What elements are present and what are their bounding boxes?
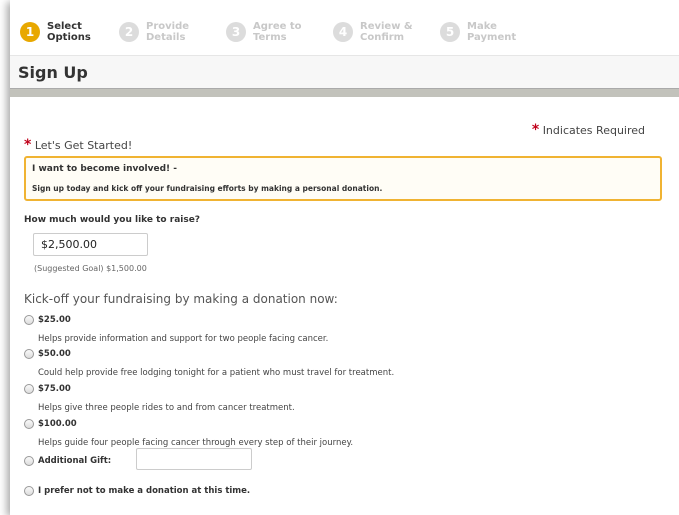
step-make-payment: 5 Make Payment [440, 14, 537, 50]
raise-goal-label: How much would you like to raise? [24, 215, 201, 225]
required-note: * Indicates Required [532, 122, 645, 138]
radio-button[interactable] [24, 349, 34, 359]
required-note-text: Indicates Required [542, 124, 645, 137]
raise-goal-input[interactable] [33, 233, 148, 256]
form-content: * Indicates Required * Let's Get Started… [24, 96, 679, 515]
step-agree-terms: 3 Agree to Terms [226, 14, 323, 50]
start-label: * Let's Get Started! [24, 137, 132, 153]
step-select-options: 1 Select Options [20, 14, 109, 50]
donation-heading: Kick-off your fundraising by making a do… [24, 292, 338, 306]
decline-label: I prefer not to make a donation at this … [38, 486, 251, 496]
additional-gift-label: Additional Gift: [38, 456, 112, 466]
involvement-callout: I want to become involved! - Sign up tod… [24, 156, 662, 201]
page-title: Sign Up [18, 63, 88, 82]
radio-button[interactable] [24, 315, 34, 325]
radio-button[interactable] [24, 456, 34, 466]
radio-button[interactable] [24, 384, 34, 394]
step-number: 1 [20, 22, 40, 42]
step-label: Provide Details [146, 21, 190, 43]
donation-description: Helps give three people rides to and fro… [38, 403, 295, 413]
step-review-confirm: 4 Review & Confirm [333, 14, 430, 50]
step-number: 3 [226, 22, 246, 42]
suggested-goal: (Suggested Goal) $1,500.00 [34, 264, 147, 273]
radio-button[interactable] [24, 486, 34, 496]
signup-window: 1 Select Options 2 Provide Details 3 Agree… [10, 0, 679, 515]
step-number: 4 [333, 22, 353, 42]
callout-body: Sign up today and kick off your fundrais… [32, 184, 383, 193]
additional-gift-input[interactable] [136, 448, 252, 470]
step-provide-details: 2 Provide Details [119, 14, 216, 50]
callout-heading: I want to become involved! - [32, 164, 178, 174]
progress-steps: 1 Select Options 2 Provide Details 3 Agree… [20, 14, 547, 50]
donation-amount: $50.00 [38, 349, 71, 359]
donation-description: Could help provide free lodging tonight … [38, 368, 395, 378]
donation-amount: $25.00 [38, 315, 71, 325]
donation-description: Helps guide four people facing cancer th… [38, 438, 354, 448]
start-label-text: Let's Get Started! [34, 139, 133, 152]
donation-amount: $75.00 [38, 384, 71, 394]
donation-amount: $100.00 [38, 419, 77, 429]
title-bar: Sign Up [10, 55, 679, 88]
step-label: Review & Confirm [360, 21, 413, 43]
step-label: Agree to Terms [253, 21, 302, 43]
step-number: 5 [440, 22, 460, 42]
required-star: * [24, 137, 32, 153]
required-star: * [531, 122, 540, 138]
step-label: Make Payment [467, 21, 517, 43]
radio-button[interactable] [24, 419, 34, 429]
step-number: 2 [119, 22, 139, 42]
step-label: Select Options [47, 21, 91, 43]
donation-description: Helps provide information and support fo… [38, 334, 329, 344]
